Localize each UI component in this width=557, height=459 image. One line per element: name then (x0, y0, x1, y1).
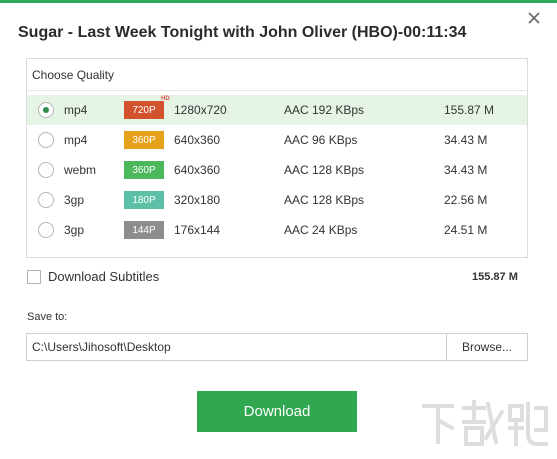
quality-radio[interactable] (38, 222, 54, 238)
quality-option-row[interactable]: mp4 720P HD 1280x720 AAC 192 KBps 155.87… (27, 95, 527, 125)
file-size-label: 155.87 M (444, 103, 495, 117)
hd-badge: HD (161, 96, 170, 102)
total-size-label: 155.87 M (472, 271, 518, 283)
accent-top-bar (0, 0, 557, 3)
download-button[interactable]: Download (197, 391, 357, 432)
save-path-input[interactable] (26, 333, 447, 361)
resolution-badge: 720P (124, 101, 164, 119)
quality-radio[interactable] (38, 102, 54, 118)
subtitles-checkbox[interactable] (27, 269, 41, 284)
resolution-badge: 360P (124, 161, 164, 179)
quality-radio[interactable] (38, 132, 54, 148)
resolution-badge: 360P (124, 131, 164, 149)
file-size-label: 34.43 M (444, 133, 488, 147)
watermark-logo (418, 398, 553, 455)
audio-label: AAC 96 KBps (284, 133, 358, 147)
file-size-label: 22.56 M (444, 193, 488, 207)
quality-panel-header: Choose Quality (27, 59, 527, 91)
format-label: mp4 (64, 103, 88, 117)
format-label: 3gp (64, 223, 85, 237)
format-label: webm (64, 163, 97, 177)
subtitles-label: Download Subtitles (48, 269, 160, 284)
resolution-label: 1280x720 (174, 103, 227, 117)
quality-option-row[interactable]: 3gp 144P 176x144 AAC 24 KBps 24.51 M (27, 215, 527, 245)
quality-panel: Choose Quality mp4 720P HD 1280x720 AAC … (26, 58, 528, 258)
format-label: mp4 (64, 133, 88, 147)
format-label: 3gp (64, 193, 85, 207)
quality-option-row[interactable]: mp4 360P 640x360 AAC 96 KBps 34.43 M (27, 125, 527, 155)
resolution-label: 176x144 (174, 223, 221, 237)
dialog-title: Sugar - Last Week Tonight with John Oliv… (18, 24, 467, 41)
audio-label: AAC 128 KBps (284, 193, 365, 207)
resolution-label: 640x360 (174, 163, 221, 177)
audio-label: AAC 24 KBps (284, 223, 358, 237)
resolution-badge: 180P (124, 191, 164, 209)
browse-button[interactable]: Browse... (446, 333, 528, 361)
save-to-label: Save to: (27, 311, 68, 323)
download-subtitles-option[interactable]: Download Subtitles (27, 269, 159, 284)
close-icon[interactable] (526, 10, 542, 26)
quality-option-row[interactable]: 3gp 180P 320x180 AAC 128 KBps 22.56 M (27, 185, 527, 215)
resolution-label: 320x180 (174, 193, 221, 207)
resolution-badge: 144P (124, 221, 164, 239)
file-size-label: 34.43 M (444, 163, 488, 177)
resolution-label: 640x360 (174, 133, 221, 147)
quality-radio[interactable] (38, 162, 54, 178)
quality-option-row[interactable]: webm 360P 640x360 AAC 128 KBps 34.43 M (27, 155, 527, 185)
audio-label: AAC 192 KBps (284, 103, 365, 117)
file-size-label: 24.51 M (444, 223, 488, 237)
quality-radio[interactable] (38, 192, 54, 208)
audio-label: AAC 128 KBps (284, 163, 365, 177)
